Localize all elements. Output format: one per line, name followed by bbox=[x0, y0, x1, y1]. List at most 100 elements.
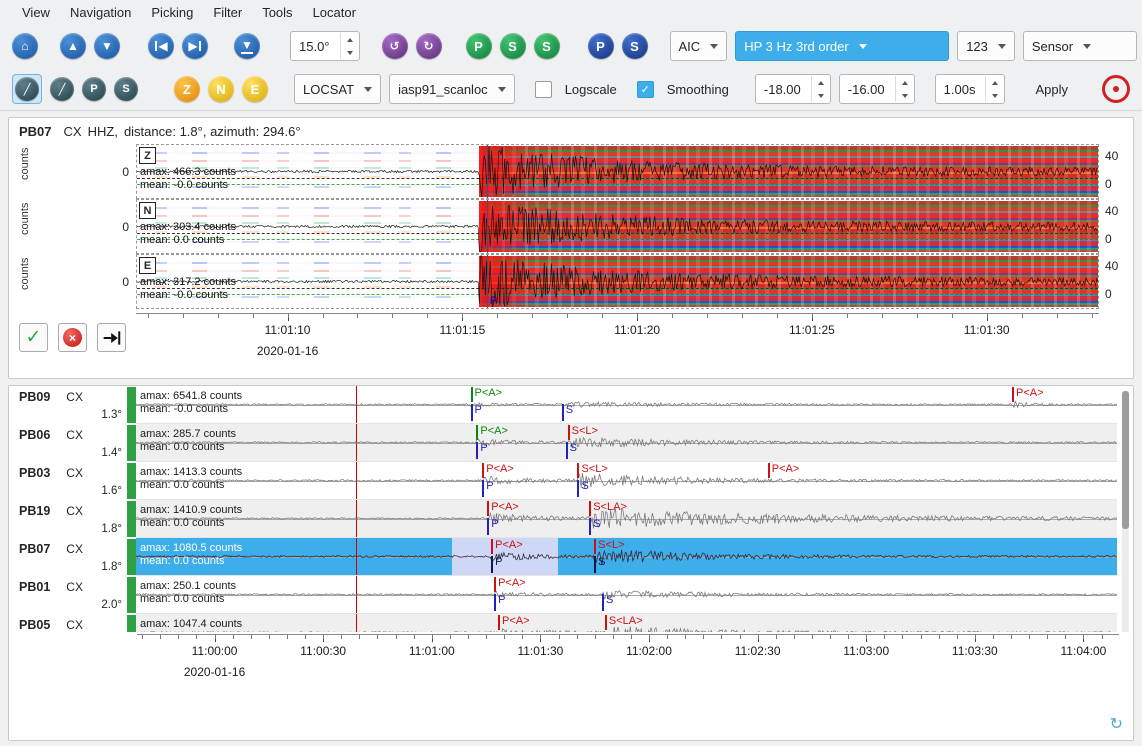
sensor-select[interactable]: Sensor bbox=[1023, 31, 1137, 61]
trace-e[interactable]: E amax: 317.2 counts mean: -0.0 counts P bbox=[136, 254, 1099, 309]
tool-edit-button[interactable]: ╱ bbox=[50, 77, 74, 101]
min-spinbox[interactable]: -18.00 bbox=[755, 74, 831, 104]
phase-marker[interactable]: S bbox=[589, 518, 600, 535]
station-row[interactable]: PB03CX 1.6° amax: 1413.3 counts mean: 0.… bbox=[9, 462, 1117, 500]
station-row-selected[interactable]: PB07CX 1.8° amax: 1080.5 counts mean: 0.… bbox=[9, 538, 1117, 576]
max-spinbox[interactable]: -16.00 bbox=[839, 74, 915, 104]
apply-next-button[interactable] bbox=[97, 323, 126, 352]
home-button[interactable]: ⌂ bbox=[12, 33, 38, 59]
phase-marker[interactable]: P bbox=[494, 594, 505, 611]
relocate-target-icon[interactable] bbox=[1102, 75, 1130, 103]
station-row[interactable]: PB06CX 1.4° amax: 285.7 counts mean: 0.0… bbox=[9, 424, 1117, 462]
station-row[interactable]: PB01CX 2.0° amax: 250.1 counts mean: 0.0… bbox=[9, 576, 1117, 614]
station-trace[interactable]: amax: 285.7 counts mean: 0.0 counts P<A>… bbox=[136, 424, 1117, 462]
station-trace[interactable]: amax: 1080.5 counts mean: 0.0 counts P<A… bbox=[136, 538, 1117, 576]
phase-marker[interactable]: S<LA> bbox=[589, 501, 627, 516]
menu-locator[interactable]: Locator bbox=[303, 3, 366, 22]
amplitude-scale-select[interactable]: 123 bbox=[957, 31, 1015, 61]
scroll-down-button[interactable]: ▼ bbox=[94, 33, 120, 59]
phase-marker[interactable]: P<A> bbox=[498, 615, 530, 630]
scroll-up-button[interactable]: ▲ bbox=[60, 33, 86, 59]
station-row[interactable]: PB05CX amax: 1047.4 counts P<A>S<LA> bbox=[9, 614, 1117, 632]
phase-marker[interactable]: S<L> bbox=[594, 539, 624, 554]
phase-marker[interactable]: P<A> bbox=[491, 539, 523, 554]
zoom-angle-spinbox[interactable]: 15.0° bbox=[290, 31, 360, 61]
accept-button[interactable]: ✓ bbox=[19, 323, 48, 352]
component-e-button[interactable]: E bbox=[242, 76, 268, 102]
step-spinbox[interactable]: 1.00s bbox=[935, 74, 1006, 104]
phase-marker[interactable]: S<LA> bbox=[605, 615, 643, 630]
jump-down-button[interactable]: ▼ bbox=[234, 33, 260, 59]
pick-p-button[interactable]: P bbox=[466, 33, 492, 59]
station-row[interactable]: PB19CX 1.8° amax: 1410.9 counts mean: 0.… bbox=[9, 500, 1117, 538]
phase-marker[interactable]: S bbox=[594, 556, 605, 573]
phase-marker[interactable]: P<A> bbox=[476, 425, 508, 440]
menu-view[interactable]: View bbox=[12, 3, 60, 22]
picker-date-row: 2020-01-16 bbox=[136, 342, 1099, 362]
p-phase-marker[interactable]: P bbox=[487, 200, 488, 253]
phase-marker[interactable]: P bbox=[471, 404, 482, 421]
pick-s2-button[interactable]: S bbox=[534, 33, 560, 59]
phase-marker[interactable]: P bbox=[487, 518, 498, 535]
theoretical-p-button[interactable]: P bbox=[588, 33, 614, 59]
tool-pick-s-button[interactable]: S bbox=[114, 77, 138, 101]
logscale-label[interactable]: Logscale bbox=[565, 82, 617, 97]
refresh-corner-icon[interactable]: ↻ bbox=[1110, 714, 1123, 734]
phase-marker[interactable]: S<L> bbox=[577, 463, 607, 478]
p-phase-marker[interactable]: P bbox=[487, 255, 488, 308]
spin-buttons[interactable] bbox=[340, 33, 359, 59]
menu-tools[interactable]: Tools bbox=[252, 3, 302, 22]
station-trace[interactable]: amax: 1410.9 counts mean: 0.0 counts P<A… bbox=[136, 500, 1117, 538]
picker-algorithm-select[interactable]: AIC bbox=[670, 31, 728, 61]
scrollbar-handle[interactable] bbox=[1122, 391, 1129, 529]
previous-trace-button[interactable]: ◀ bbox=[148, 33, 174, 59]
locator-select[interactable]: LOCSAT bbox=[294, 74, 381, 104]
station-trace[interactable]: amax: 250.1 counts mean: 0.0 counts P<A>… bbox=[136, 576, 1117, 614]
trace-z[interactable]: Z amax: 466.3 counts mean: -0.0 counts P bbox=[136, 144, 1099, 199]
component-n-button[interactable]: N bbox=[208, 76, 234, 102]
tool-pick-button[interactable]: ╱ bbox=[15, 77, 39, 101]
vertical-scrollbar[interactable] bbox=[1122, 391, 1129, 632]
phase-marker[interactable]: P bbox=[482, 480, 493, 497]
menu-picking[interactable]: Picking bbox=[141, 3, 203, 22]
theoretical-s-button[interactable]: S bbox=[622, 33, 648, 59]
smoothing-label[interactable]: Smoothing bbox=[667, 82, 729, 97]
station-row[interactable]: PB09CX 1.3° amax: 6541.8 counts mean: -0… bbox=[9, 386, 1117, 424]
redo-button[interactable]: ↻ bbox=[416, 33, 442, 59]
reject-button[interactable]: × bbox=[58, 323, 87, 352]
phase-marker[interactable]: S bbox=[562, 404, 573, 421]
station-trace[interactable]: amax: 6541.8 counts mean: -0.0 counts P<… bbox=[136, 386, 1117, 424]
phase-marker[interactable]: S bbox=[577, 480, 588, 497]
logscale-checkbox[interactable] bbox=[535, 81, 552, 98]
phase-marker[interactable]: P<A> bbox=[494, 577, 526, 592]
phase-marker[interactable]: P<A> bbox=[471, 387, 503, 402]
phase-marker[interactable]: S bbox=[566, 442, 577, 459]
spin-buttons[interactable] bbox=[895, 76, 914, 102]
menu-navigation[interactable]: Navigation bbox=[60, 3, 141, 22]
axis-tick-minor bbox=[288, 314, 289, 318]
station-trace[interactable]: amax: 1413.3 counts mean: 0.0 counts P<A… bbox=[136, 462, 1117, 500]
station-trace[interactable]: amax: 1047.4 counts P<A>S<LA> bbox=[136, 614, 1117, 632]
p-phase-marker[interactable]: P bbox=[487, 145, 488, 198]
apply-button[interactable]: Apply bbox=[1025, 78, 1078, 101]
trace-n[interactable]: N amax: 303.4 counts mean: 0.0 counts P bbox=[136, 199, 1099, 254]
pick-s-button[interactable]: S bbox=[500, 33, 526, 59]
phase-marker[interactable]: P bbox=[491, 556, 502, 573]
phase-marker[interactable]: S bbox=[602, 594, 613, 611]
spin-buttons[interactable] bbox=[811, 76, 830, 102]
spin-buttons[interactable] bbox=[985, 76, 1004, 102]
menu-filter[interactable]: Filter bbox=[203, 3, 252, 22]
undo-button[interactable]: ↺ bbox=[382, 33, 408, 59]
phase-marker[interactable]: P<A> bbox=[487, 501, 519, 516]
phase-marker[interactable]: S<L> bbox=[568, 425, 598, 440]
component-z-button[interactable]: Z bbox=[174, 76, 200, 102]
phase-marker[interactable]: P<A> bbox=[1012, 387, 1044, 402]
next-trace-button[interactable]: ▶ bbox=[182, 33, 208, 59]
phase-marker[interactable]: P bbox=[476, 442, 487, 459]
phase-marker[interactable]: P<A> bbox=[482, 463, 514, 478]
smoothing-checkbox[interactable]: ✓ bbox=[637, 81, 654, 98]
velocity-profile-select[interactable]: iasp91_scanloc bbox=[389, 74, 515, 104]
tool-pick-p-button[interactable]: P bbox=[82, 77, 106, 101]
phase-marker[interactable]: P<A> bbox=[768, 463, 800, 478]
filter-select[interactable]: HP 3 Hz 3rd order bbox=[735, 31, 949, 61]
